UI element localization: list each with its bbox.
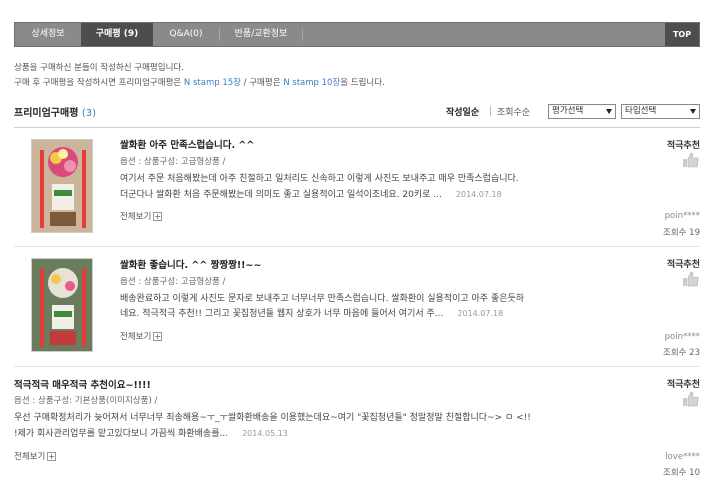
review-option: 옵션 : 상품구성: 고급형상품 / [120, 157, 226, 167]
tab-bar: 상세정보 구매평 (9) Q&A(0) 반품/교환정보 TOP [14, 22, 700, 47]
intro-line-2: 구매 후 구매평을 작성하시면 프리미엄구매평은 N stamp 15장 / 구… [14, 76, 385, 88]
stamp-normal: N stamp 10장 [283, 78, 341, 88]
wreath-photo-icon [32, 259, 92, 351]
review-date: 2014.07.18 [457, 309, 504, 318]
intro-text: / 구매평은 [240, 78, 284, 88]
view-all-label: 전체보기 [14, 452, 46, 462]
tab-qna[interactable]: Q&A(0) [153, 23, 219, 46]
review-date: 2014.05.13 [242, 429, 288, 438]
view-all-link[interactable]: 전체보기 + [120, 210, 163, 222]
review-text-line: 네요. 적극적극 추천!! 그리고 꽃집청년들 웹지 상호가 너무 마음에 들어… [120, 305, 503, 323]
review-title[interactable]: 쌀화환 좋습니다. ^^ 짱짱짱!!~~ [120, 257, 261, 271]
stamp-premium: N stamp 15장 [183, 78, 241, 88]
review-title[interactable]: 쌀화환 아주 만족스럽습니다. ^^ [120, 137, 254, 151]
tab-divider [302, 28, 303, 41]
premium-reviews-title: 프리미엄구매평 (3) [14, 104, 96, 119]
chevron-down-icon [690, 109, 696, 114]
tab-reviews[interactable]: 구매평 (9) [81, 23, 153, 46]
review-option: 옵션 : 상품구성: 고급형상품 / [120, 277, 226, 287]
review-option: 옵션 : 상품구성: 기본상품(이미지상품) / [14, 396, 158, 406]
plus-icon: + [153, 332, 163, 341]
rating-select[interactable]: 평가선택 [548, 104, 616, 119]
intro-text: 구매 후 구매평을 작성하시면 프리미엄구매평은 [14, 78, 184, 88]
view-count: 조회수 19 [663, 228, 700, 238]
wreath-photo-icon [32, 140, 92, 232]
plus-icon: + [47, 452, 57, 461]
review-photo[interactable] [31, 258, 93, 352]
type-select-value: 타입선택 [625, 106, 657, 116]
thumbs-up-icon [683, 152, 699, 168]
sort-by-date[interactable]: 작성일순 [446, 105, 479, 118]
intro-line-1: 상품을 구매하신 분들이 작성하신 구매평입니다. [14, 63, 184, 73]
divider [14, 366, 700, 367]
review-text-line: !제가 회사관리업무를 맡고있다보니 가끔씩 화환배송를... 2014.05.1… [14, 425, 288, 443]
divider [14, 246, 700, 247]
reviewer-id: poin**** [664, 211, 700, 221]
review-text: 네요. 적극적극 추천!! 그리고 꽃집청년들 웹지 상호가 너무 마음에 들어… [120, 309, 444, 319]
reviewer-id: poin**** [664, 332, 700, 342]
thumbs-up-icon [683, 391, 699, 407]
review-text: 더군다나 쌀화환 처음 주문해봤는데 의미도 좋고 실용적이고 일석이조네요. … [120, 190, 442, 200]
plus-icon: + [153, 212, 163, 221]
top-button[interactable]: TOP [665, 23, 699, 46]
review-date: 2014.07.18 [455, 190, 502, 199]
recommend-label: 적극추천 [666, 260, 700, 270]
sort-divider [490, 106, 491, 116]
tab-return-exchange[interactable]: 반품/교환정보 [220, 23, 302, 46]
chevron-down-icon [606, 109, 612, 114]
type-select[interactable]: 타입선택 [621, 104, 700, 119]
tab-details[interactable]: 상세정보 [15, 23, 81, 46]
divider [14, 127, 700, 128]
intro-text: 을 드립니다. [340, 78, 385, 88]
reviewer-id: love**** [665, 452, 700, 462]
thumbs-up-icon [683, 271, 699, 287]
recommend-label: 적극추천 [666, 141, 700, 151]
recommend-label: 적극추천 [666, 380, 700, 390]
review-text: !제가 회사관리업무를 맡고있다보니 가끔씩 화환배송를... [14, 429, 229, 439]
rating-select-value: 평가선택 [552, 106, 584, 116]
view-count: 조회수 10 [663, 468, 700, 478]
view-all-link[interactable]: 전체보기 + [14, 450, 57, 462]
view-all-label: 전체보기 [120, 212, 152, 222]
review-title[interactable]: 적극적극 매우적극 추천이요~!!!! [14, 377, 151, 391]
review-photo[interactable] [31, 139, 93, 233]
sort-by-views[interactable]: 조회수순 [497, 105, 530, 118]
review-text-line: 더군다나 쌀화환 처음 주문해봤는데 의미도 좋고 실용적이고 일석이조네요. … [120, 186, 502, 204]
view-all-label: 전체보기 [120, 332, 152, 342]
view-all-link[interactable]: 전체보기 + [120, 330, 163, 342]
premium-count: (3) [81, 108, 97, 119]
premium-title-text: 프리미엄구매평 [14, 108, 79, 119]
view-count: 조회수 23 [663, 348, 700, 358]
